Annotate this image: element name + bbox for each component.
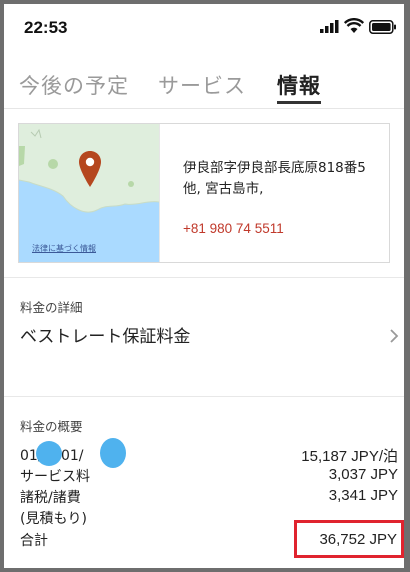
tab-services[interactable]: サービス xyxy=(158,70,246,100)
rate-name: ベストレート保証料金 xyxy=(20,327,191,347)
total-label: 合計 xyxy=(20,533,48,549)
hotel-address: 伊良部字伊良部長底原818番5他, 宮古島市, xyxy=(183,160,366,197)
rate-details-label: 料金の詳細 xyxy=(20,300,83,315)
summary-row-value: 3,341 JPY xyxy=(328,487,398,504)
total-highlight-box: 36,752 JPY xyxy=(294,520,404,558)
wifi-icon xyxy=(344,18,364,33)
section-divider xyxy=(4,396,404,397)
tab-upcoming[interactable]: 今後の予定 xyxy=(19,70,129,100)
redaction-blob xyxy=(36,441,62,466)
section-divider xyxy=(4,277,404,278)
tab-bar: 今後の予定 サービス 情報 xyxy=(4,64,404,108)
summary-row-value: 3,037 JPY xyxy=(328,466,398,483)
cellular-signal-icon xyxy=(320,20,339,33)
summary-row-label: サービス料 xyxy=(20,469,90,485)
map-graphic xyxy=(19,124,159,262)
summary-row-taxes: 諸税/諸費 3,341 JPY xyxy=(20,487,402,507)
tabs-divider xyxy=(4,108,404,109)
map-thumbnail[interactable]: 法律に基づく情報 xyxy=(19,124,159,262)
status-bar: 22:53 xyxy=(4,4,404,50)
summary-row-label: (見積もり) xyxy=(20,511,87,527)
rate-summary-label: 料金の概要 xyxy=(20,419,83,434)
chevron-right-icon[interactable] xyxy=(389,328,399,344)
tab-info[interactable]: 情報 xyxy=(277,70,321,100)
map-pin-icon xyxy=(79,151,101,187)
location-card: 法律に基づく情報 伊良部字伊良部長底原818番5他, 宮古島市, +81 980… xyxy=(18,123,390,263)
card-divider xyxy=(159,124,160,262)
legal-info-link[interactable]: 法律に基づく情報 xyxy=(32,243,96,254)
battery-icon xyxy=(369,20,396,34)
summary-row-service: サービス料 3,037 JPY xyxy=(20,466,402,486)
summary-row-dates: 01/ 〜01/ 15,187 JPY/泊 xyxy=(20,445,402,465)
status-time: 22:53 xyxy=(24,18,68,37)
active-tab-indicator xyxy=(277,101,321,104)
summary-row-value: 15,187 JPY/泊 xyxy=(301,448,398,465)
total-value: 36,752 JPY xyxy=(319,531,397,548)
phone-screen: 22:53 今後の予定 サービス 情報 法律に基づく情報 伊良部字伊良部長底原8… xyxy=(4,4,404,568)
summary-row-label: 諸税/諸費 xyxy=(20,490,81,506)
hotel-phone-link[interactable]: +81 980 74 5511 xyxy=(183,221,284,236)
redaction-blob xyxy=(100,438,126,468)
